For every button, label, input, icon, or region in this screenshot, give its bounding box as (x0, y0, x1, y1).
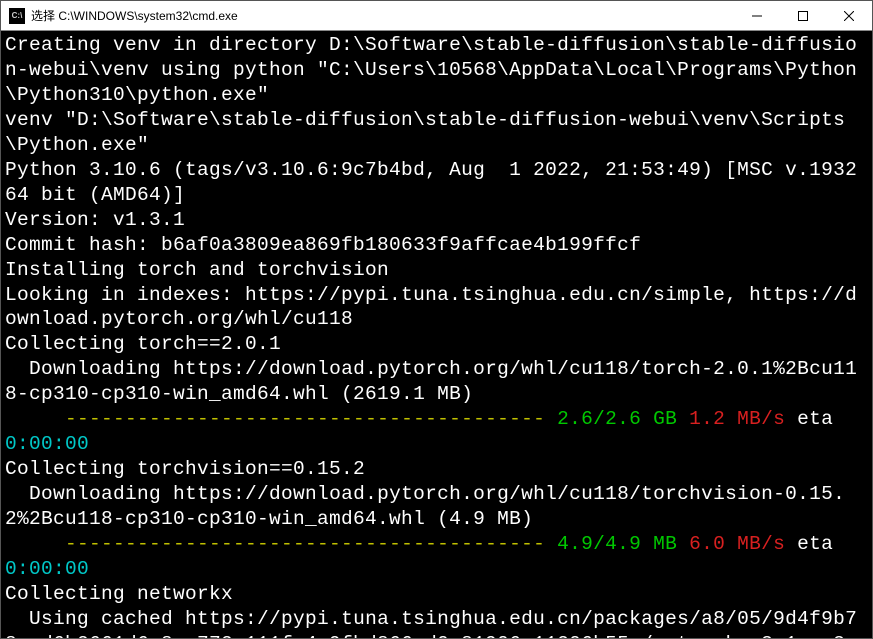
progress-line: ----------------------------------------… (5, 408, 845, 455)
maximize-button[interactable] (780, 1, 826, 30)
minimize-button[interactable] (734, 1, 780, 30)
output-line: Looking in indexes: https://pypi.tuna.ts… (5, 284, 857, 331)
progress-bar: ---------------------------------------- (65, 533, 557, 555)
output-line: Using cached https://pypi.tuna.tsinghua.… (5, 608, 857, 638)
progress-eta-label: eta (785, 408, 845, 430)
output-line: Collecting torchvision==0.15.2 (5, 458, 365, 480)
cmd-icon: C:\ (9, 8, 25, 24)
progress-done: 4.9/4.9 MB (557, 533, 677, 555)
output-line: Python 3.10.6 (tags/v3.10.6:9c7b4bd, Aug… (5, 159, 869, 206)
cmd-window: C:\ 选择 C:\WINDOWS\system32\cmd.exe Creat… (0, 0, 873, 639)
progress-speed: 1.2 MB/s (677, 408, 785, 430)
output-line: Collecting torch==2.0.1 (5, 333, 281, 355)
titlebar[interactable]: C:\ 选择 C:\WINDOWS\system32\cmd.exe (1, 1, 872, 31)
progress-indent (5, 408, 65, 430)
output-line: Commit hash: b6af0a3809ea869fb180633f9af… (5, 234, 641, 256)
output-line: Downloading https://download.pytorch.org… (5, 358, 857, 405)
output-line: venv "D:\Software\stable-diffusion\stabl… (5, 109, 845, 156)
progress-bar: ---------------------------------------- (65, 408, 557, 430)
progress-eta-label: eta (785, 533, 845, 555)
progress-eta-value: 0:00:00 (5, 433, 89, 455)
close-button[interactable] (826, 1, 872, 30)
output-line: Installing torch and torchvision (5, 259, 389, 281)
progress-indent (5, 533, 65, 555)
progress-eta-value: 0:00:00 (5, 558, 89, 580)
window-title: 选择 C:\WINDOWS\system32\cmd.exe (31, 7, 734, 24)
output-line: Collecting networkx (5, 583, 233, 605)
output-line: Creating venv in directory D:\Software\s… (5, 34, 857, 106)
progress-line: ----------------------------------------… (5, 533, 845, 580)
progress-speed: 6.0 MB/s (677, 533, 785, 555)
output-line: Version: v1.3.1 (5, 209, 185, 231)
output-line: Downloading https://download.pytorch.org… (5, 483, 845, 530)
terminal-output[interactable]: Creating venv in directory D:\Software\s… (1, 31, 872, 638)
window-controls (734, 1, 872, 30)
progress-done: 2.6/2.6 GB (557, 408, 677, 430)
